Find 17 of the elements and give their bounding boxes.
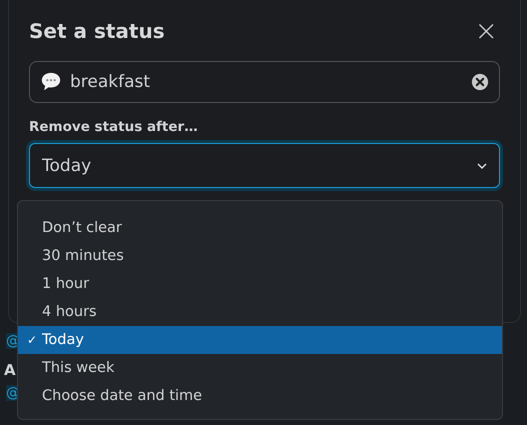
chevron-icon <box>477 162 487 168</box>
menu-option[interactable]: ✓ Today <box>18 326 502 354</box>
menu-option[interactable]: This week <box>18 354 502 382</box>
menu-option[interactable]: Don’t clear <box>18 214 502 242</box>
duration-select[interactable]: Today <box>29 143 500 188</box>
menu-option[interactable]: 4 hours <box>18 298 502 326</box>
close-button[interactable]: × <box>472 17 500 45</box>
speech-bubble-icon <box>40 71 62 93</box>
status-field[interactable]: breakfast <box>29 61 500 103</box>
dialog-title: Set a status <box>29 19 165 43</box>
clear-icon[interactable] <box>471 73 489 91</box>
menu-option[interactable]: Choose date and time <box>18 382 502 410</box>
menu-option[interactable]: 30 minutes <box>18 242 502 270</box>
menu-option[interactable]: 1 hour <box>18 270 502 298</box>
status-text: breakfast <box>70 72 152 92</box>
field-label: Remove status after… <box>29 119 199 135</box>
author-name: A <box>4 361 16 379</box>
